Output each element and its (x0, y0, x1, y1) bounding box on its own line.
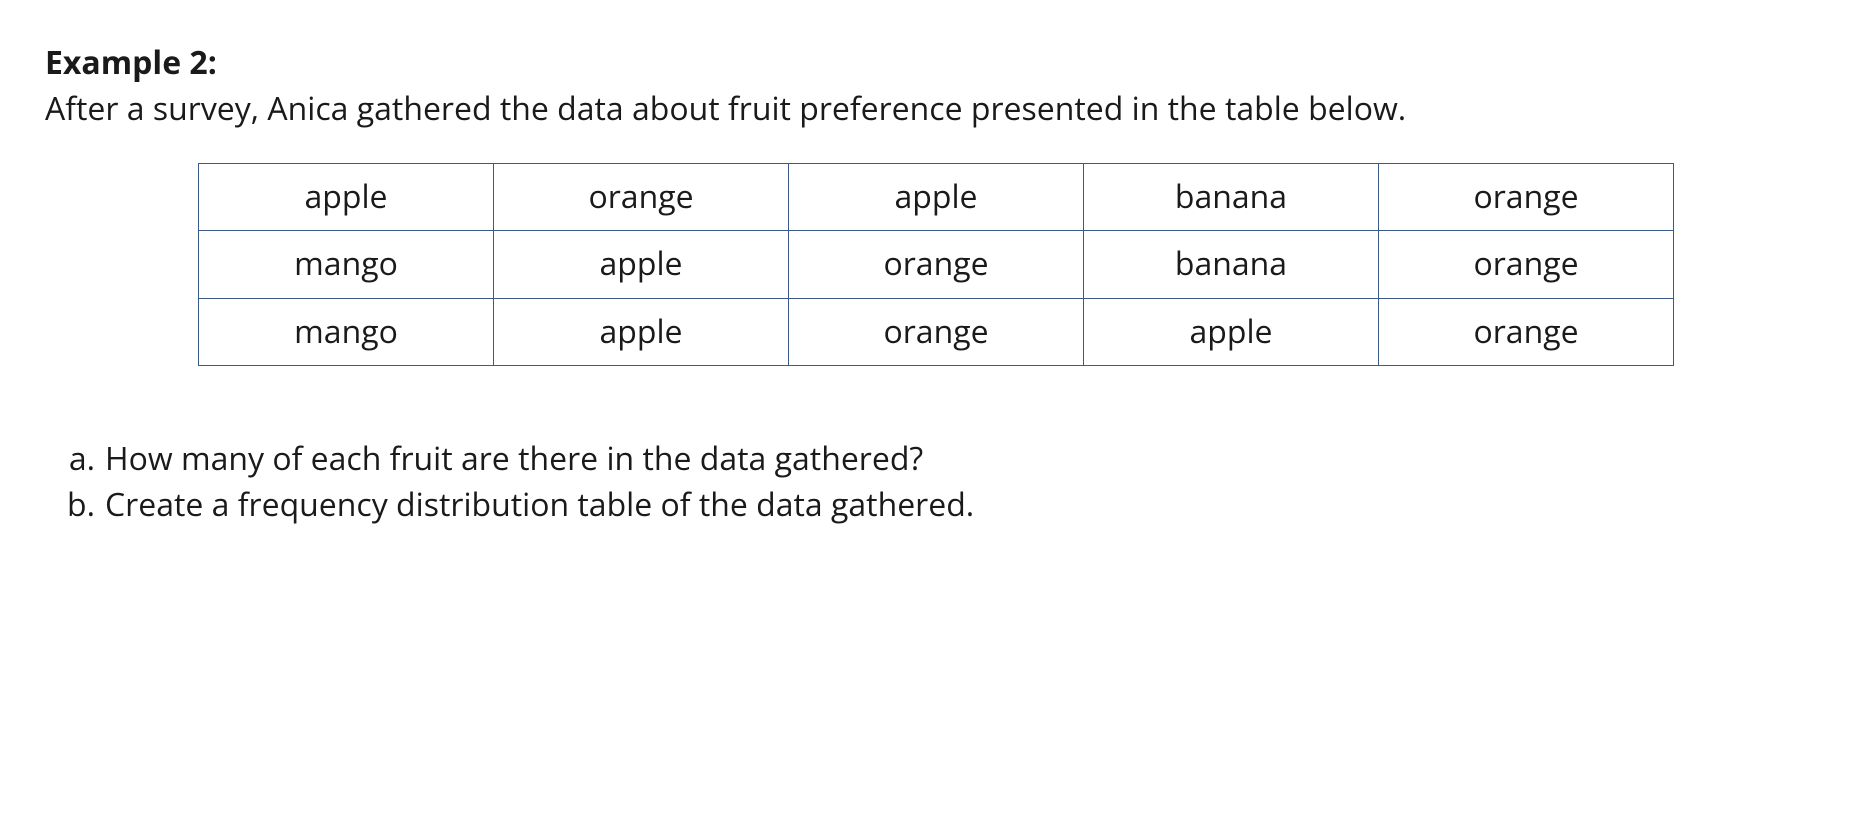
example-description: After a survey, Anica gathered the data … (45, 86, 1827, 132)
data-table-wrapper: apple orange apple banana orange mango a… (45, 163, 1827, 366)
table-cell: apple (494, 298, 789, 365)
question-item-a: a. How many of each fruit are there in t… (65, 436, 1827, 482)
table-cell: orange (1379, 298, 1674, 365)
table-cell: orange (1379, 231, 1674, 298)
table-row: mango apple orange apple orange (199, 298, 1674, 365)
table-cell: apple (199, 163, 494, 230)
table-cell: apple (494, 231, 789, 298)
table-cell: apple (1084, 298, 1379, 365)
table-cell: orange (789, 298, 1084, 365)
table-cell: orange (789, 231, 1084, 298)
table-cell: banana (1084, 163, 1379, 230)
example-block: Example 2: After a survey, Anica gathere… (45, 40, 1827, 133)
table-row: mango apple orange banana orange (199, 231, 1674, 298)
table-cell: banana (1084, 231, 1379, 298)
question-marker: a. (65, 436, 105, 482)
question-text: How many of each fruit are there in the … (105, 436, 1827, 482)
table-cell: orange (1379, 163, 1674, 230)
questions-list: a. How many of each fruit are there in t… (65, 436, 1827, 529)
question-item-b: b. Create a frequency distribution table… (65, 482, 1827, 528)
table-row: apple orange apple banana orange (199, 163, 1674, 230)
question-text: Create a frequency distribution table of… (105, 482, 1827, 528)
table-cell: mango (199, 298, 494, 365)
question-marker: b. (65, 482, 105, 528)
fruit-data-table: apple orange apple banana orange mango a… (198, 163, 1674, 366)
table-cell: apple (789, 163, 1084, 230)
example-heading: Example 2: (45, 41, 217, 84)
table-cell: mango (199, 231, 494, 298)
table-cell: orange (494, 163, 789, 230)
